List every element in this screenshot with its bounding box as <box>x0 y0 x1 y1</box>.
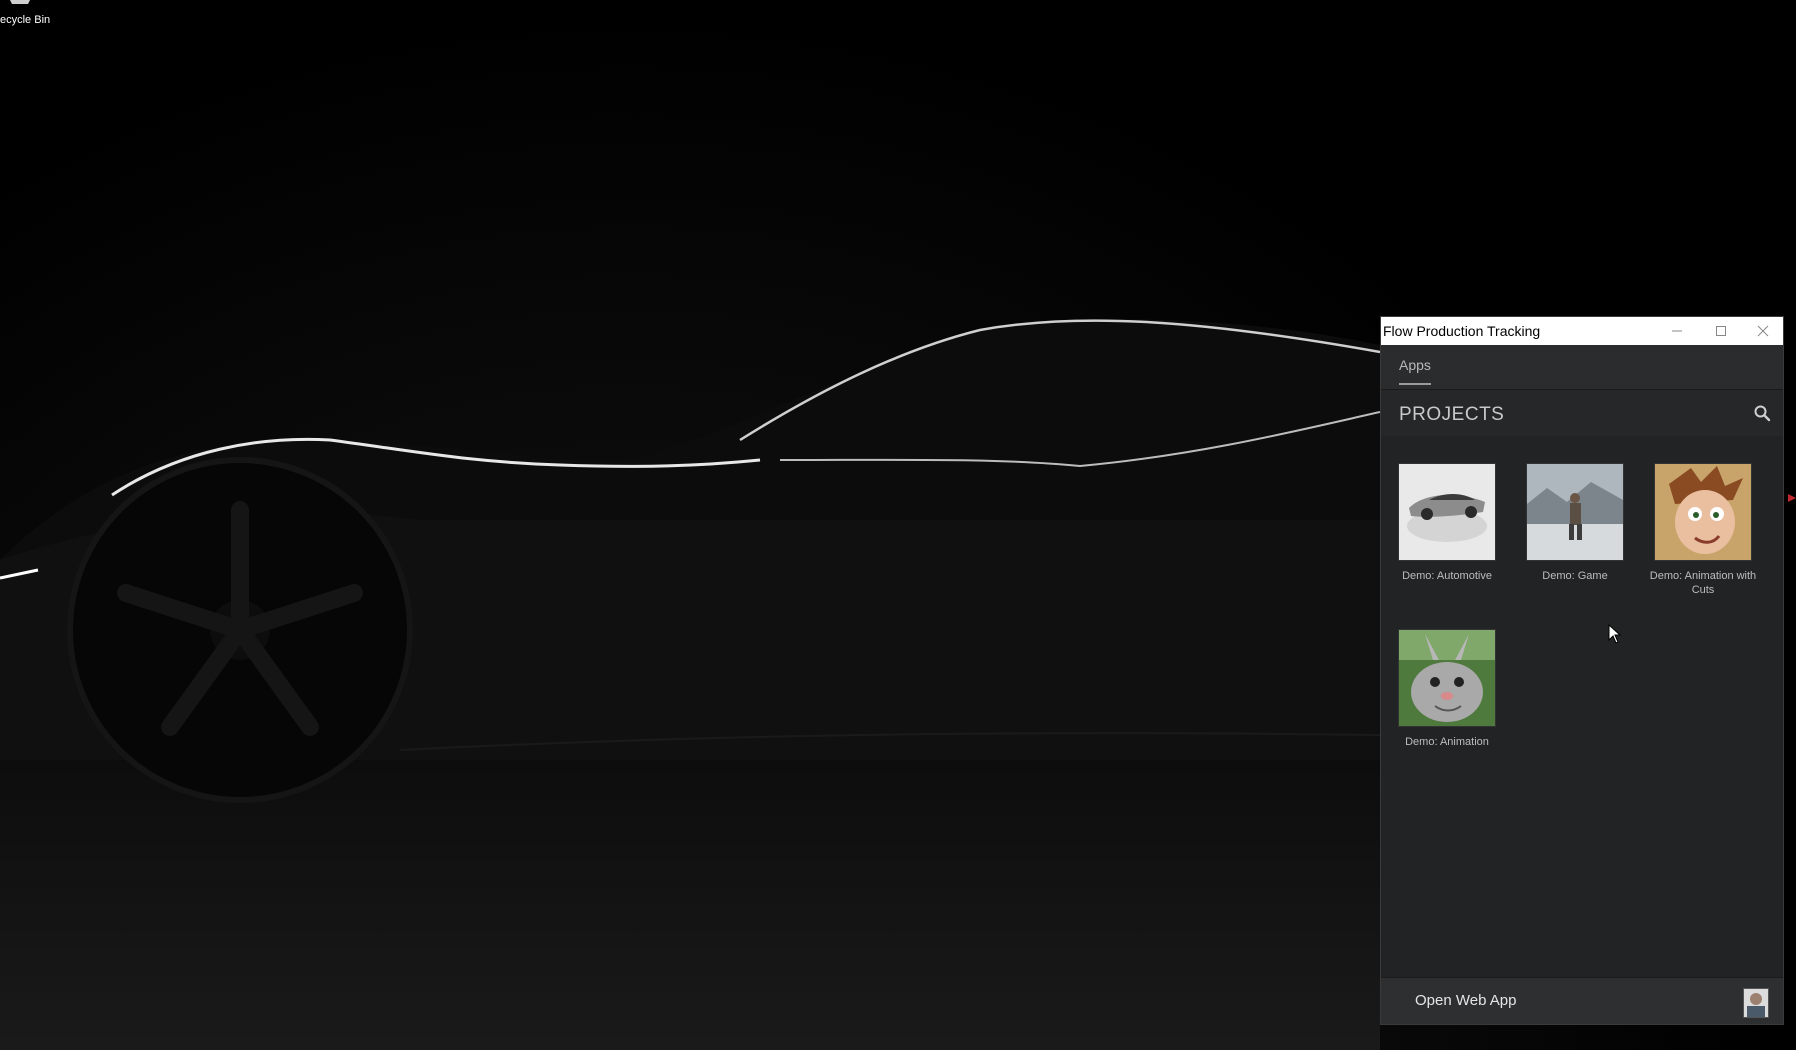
footer-bar: Open Web App <box>1381 977 1783 1024</box>
window-titlebar[interactable]: Flow Production Tracking <box>1381 317 1783 345</box>
recycle-bin[interactable]: ecycle Bin <box>0 0 60 30</box>
tab-bar: Apps <box>1381 345 1783 390</box>
minimize-button[interactable] <box>1655 317 1699 345</box>
project-thumbnail <box>1398 463 1496 561</box>
minimize-icon <box>1672 330 1682 332</box>
project-thumbnail <box>1654 463 1752 561</box>
project-name: Demo: Animation <box>1405 736 1489 748</box>
recycle-bin-label: ecycle Bin <box>0 14 51 26</box>
mouse-cursor-icon <box>1608 624 1622 644</box>
project-grid: Demo: Automotive Demo: Game Demo: Animat… <box>1381 436 1783 936</box>
page-title: PROJECTS <box>1399 404 1505 425</box>
open-web-app-button[interactable]: Open Web App <box>1415 992 1516 1009</box>
project-demo-animation-with-cuts[interactable]: Demo: Animation with Cuts <box>1639 463 1767 597</box>
car-wallpaper <box>0 319 1380 1050</box>
project-demo-animation[interactable]: Demo: Animation <box>1383 629 1511 749</box>
tab-apps[interactable]: Apps <box>1399 357 1431 385</box>
close-button[interactable] <box>1741 317 1783 345</box>
recycle-bin-icon <box>10 0 30 4</box>
project-name: Demo: Automotive <box>1402 570 1492 582</box>
project-name: Demo: Game <box>1542 570 1608 582</box>
project-demo-automotive[interactable]: Demo: Automotive <box>1383 463 1511 583</box>
project-demo-game[interactable]: Demo: Game <box>1511 463 1639 583</box>
search-button[interactable] <box>1751 402 1773 424</box>
flow-production-tracking-window: Flow Production Tracking Apps PROJECTS D… <box>1380 316 1784 1025</box>
offscreen-window-marker <box>1788 494 1796 502</box>
project-thumbnail <box>1398 629 1496 727</box>
project-name: Demo: Animation with Cuts <box>1649 570 1757 596</box>
close-icon <box>1757 325 1769 337</box>
maximize-icon <box>1716 326 1726 336</box>
search-icon <box>1754 405 1771 422</box>
project-thumbnail <box>1526 463 1624 561</box>
maximize-button[interactable] <box>1699 317 1743 345</box>
avatar[interactable] <box>1743 988 1769 1018</box>
projects-header: PROJECTS <box>1381 390 1783 436</box>
window-title: Flow Production Tracking <box>1383 323 1541 339</box>
